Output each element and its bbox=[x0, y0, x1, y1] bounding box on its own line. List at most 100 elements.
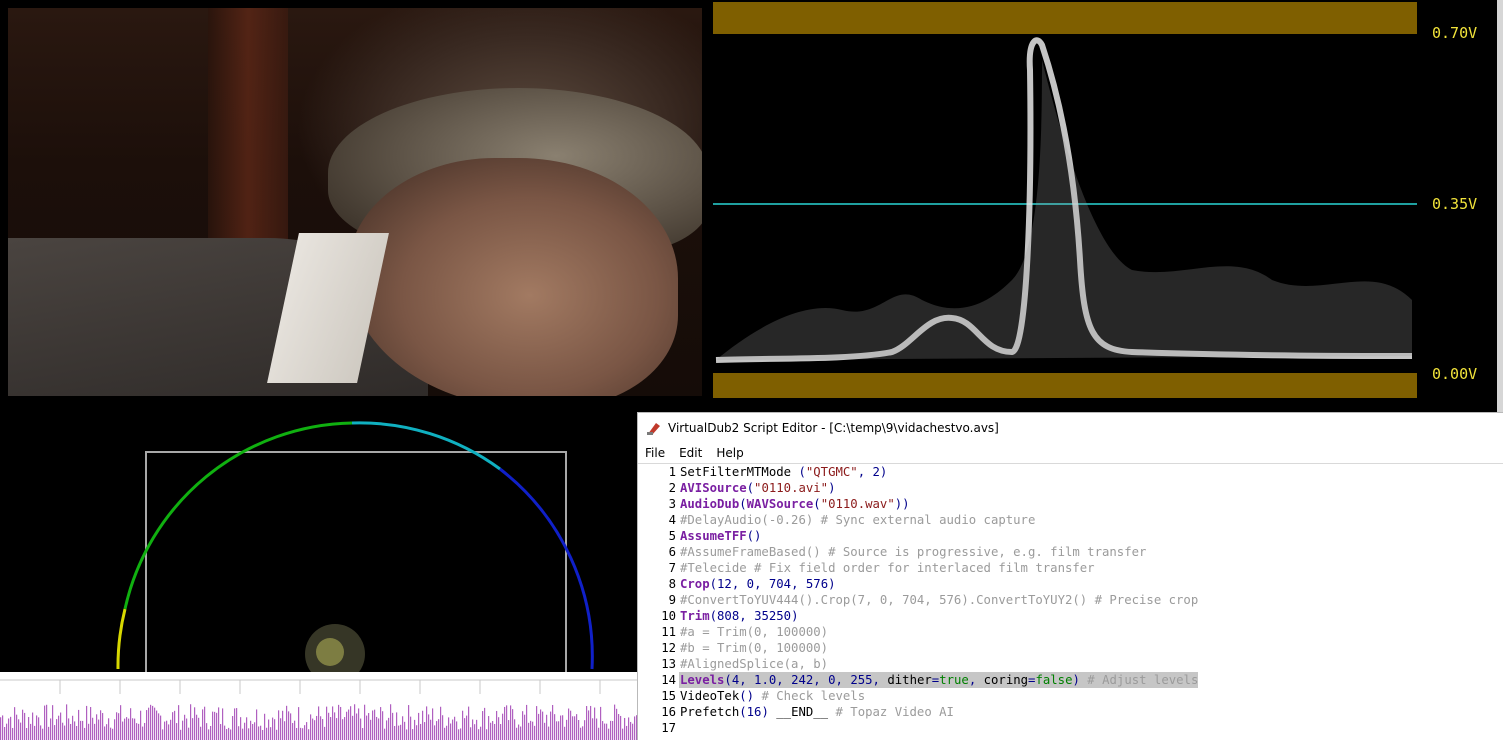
audio-bar bbox=[124, 718, 126, 740]
audio-bar bbox=[140, 710, 142, 740]
waveform-label-mid: 0.35V bbox=[1432, 195, 1478, 213]
audio-bar bbox=[128, 718, 130, 740]
audio-bar bbox=[220, 724, 222, 740]
audio-bar bbox=[308, 729, 310, 740]
audio-bar bbox=[300, 727, 302, 740]
line-text: Trim(808, 35250) bbox=[679, 608, 799, 624]
menu-edit[interactable]: Edit bbox=[672, 446, 709, 460]
code-line[interactable]: 4 #DelayAudio(-0.26) # Sync external audi… bbox=[638, 512, 1036, 528]
code-token: #AlignedSplice(a, b) bbox=[680, 657, 829, 671]
audio-bar bbox=[370, 719, 372, 740]
code-line[interactable]: 13 #AlignedSplice(a, b) bbox=[638, 656, 828, 672]
audio-bar bbox=[536, 706, 538, 740]
audio-bar bbox=[490, 722, 492, 740]
code-line[interactable]: 3 AudioDub(WAVSource("0110.wav")) bbox=[638, 496, 910, 512]
audio-bar bbox=[24, 712, 26, 740]
audio-bar bbox=[6, 723, 8, 740]
editor-title: VirtualDub2 Script Editor - [C:\temp\9\v… bbox=[668, 421, 999, 435]
code-line[interactable]: 8 Crop(12, 0, 704, 576) bbox=[638, 576, 836, 592]
audio-bar bbox=[34, 725, 36, 740]
code-line[interactable]: 12 #b = Trim(0, 100000) bbox=[638, 640, 828, 656]
code-token: coring bbox=[983, 673, 1029, 687]
code-token: ( bbox=[791, 465, 806, 479]
audio-bar bbox=[322, 719, 324, 740]
audio-bar bbox=[248, 728, 250, 740]
audio-bar bbox=[114, 719, 116, 740]
code-token: 242 bbox=[791, 673, 814, 687]
audio-bar bbox=[136, 723, 138, 740]
code-line[interactable]: 1 SetFilterMTMode ("QTGMC", 2) bbox=[638, 464, 888, 480]
right-edge-scrollbar[interactable] bbox=[1497, 0, 1503, 412]
audio-bar bbox=[448, 717, 450, 740]
audio-bar bbox=[588, 710, 590, 740]
code-line[interactable]: 17 bbox=[638, 720, 676, 736]
code-line[interactable]: 2 AVISource("0110.avi") bbox=[638, 480, 836, 496]
audio-bar bbox=[440, 706, 442, 740]
code-line[interactable]: 5 AssumeTFF() bbox=[638, 528, 762, 544]
audio-bar bbox=[470, 727, 472, 740]
audio-bar bbox=[522, 711, 524, 740]
script-editor-window[interactable]: VirtualDub2 Script Editor - [C:\temp\9\v… bbox=[637, 412, 1503, 740]
audio-bar bbox=[290, 713, 292, 740]
audio-bar bbox=[50, 718, 52, 740]
audio-bar bbox=[314, 720, 316, 740]
code-line[interactable]: 10 Trim(808, 35250) bbox=[638, 608, 798, 624]
audio-bar bbox=[344, 717, 346, 740]
audio-bar bbox=[276, 729, 278, 740]
audio-bar bbox=[42, 728, 44, 740]
audio-bar bbox=[392, 712, 394, 740]
audio-bar bbox=[524, 714, 526, 740]
audio-bar bbox=[442, 715, 444, 740]
audio-bar bbox=[374, 709, 376, 740]
vectorscope-graphic bbox=[116, 421, 594, 672]
audio-bar bbox=[632, 723, 634, 740]
code-line[interactable]: 11 #a = Trim(0, 100000) bbox=[638, 624, 828, 640]
audio-bar bbox=[342, 719, 344, 740]
audio-bars bbox=[0, 704, 638, 740]
code-token: , bbox=[739, 609, 755, 623]
code-token: 576 bbox=[805, 577, 829, 591]
line-text: #AlignedSplice(a, b) bbox=[679, 656, 828, 672]
code-line[interactable]: 15 VideoTek() # Check levels bbox=[638, 688, 865, 704]
waveform-monitor: 0.70V 0.35V 0.00V bbox=[712, 0, 1503, 412]
code-token: WAVSource bbox=[746, 497, 814, 511]
audio-bar bbox=[126, 717, 128, 740]
code-line[interactable]: 14 Levels(4, 1.0, 242, 0, 255, dither=tru… bbox=[638, 672, 1199, 688]
code-line[interactable]: 6 #AssumeFrameBased() # Source is progres… bbox=[638, 544, 1147, 560]
code-token: __END__ bbox=[776, 705, 829, 719]
audio-bar bbox=[80, 720, 82, 740]
audio-bar bbox=[176, 723, 178, 740]
audio-bar bbox=[488, 716, 490, 740]
code-line[interactable]: 9 #ConvertToYUV444().Crop(7, 0, 704, 576)… bbox=[638, 592, 1199, 608]
audio-bar bbox=[238, 726, 240, 740]
code-token: , bbox=[857, 465, 873, 479]
audio-bar bbox=[48, 726, 50, 740]
audio-bar bbox=[106, 724, 108, 740]
code-token: 2 bbox=[872, 465, 880, 479]
audio-bar bbox=[548, 726, 550, 740]
line-text: #AssumeFrameBased() # Source is progress… bbox=[679, 544, 1146, 560]
hue-arc-cyan bbox=[351, 421, 501, 471]
code-line[interactable]: 7 #Telecide # Fix field order for interla… bbox=[638, 560, 1095, 576]
code-token: "0110.wav" bbox=[820, 497, 895, 511]
menu-file[interactable]: File bbox=[638, 446, 672, 460]
virtualdub-icon bbox=[646, 420, 662, 436]
code-token: )) bbox=[894, 497, 910, 511]
code-token: # Check levels bbox=[761, 689, 866, 703]
audio-bar bbox=[380, 707, 382, 740]
audio-bar bbox=[554, 714, 556, 740]
code-line[interactable]: 16 Prefetch(16) __END__ # Topaz Video AI bbox=[638, 704, 954, 720]
editor-titlebar[interactable]: VirtualDub2 Script Editor - [C:\temp\9\v… bbox=[638, 413, 1503, 443]
audio-bar bbox=[230, 729, 232, 740]
audio-bar bbox=[268, 719, 270, 740]
upper-limit-band bbox=[713, 2, 1417, 34]
audio-bar bbox=[582, 726, 584, 740]
audio-bar bbox=[604, 723, 606, 740]
line-number: 10 bbox=[661, 609, 676, 623]
audio-bar bbox=[526, 704, 528, 740]
menu-help[interactable]: Help bbox=[709, 446, 750, 460]
audio-bar bbox=[212, 711, 214, 740]
audio-bar bbox=[162, 729, 164, 740]
audio-bar bbox=[600, 706, 602, 740]
script-text-area[interactable]: 1 SetFilterMTMode ("QTGMC", 2) 2 AVISource(… bbox=[638, 464, 1503, 740]
